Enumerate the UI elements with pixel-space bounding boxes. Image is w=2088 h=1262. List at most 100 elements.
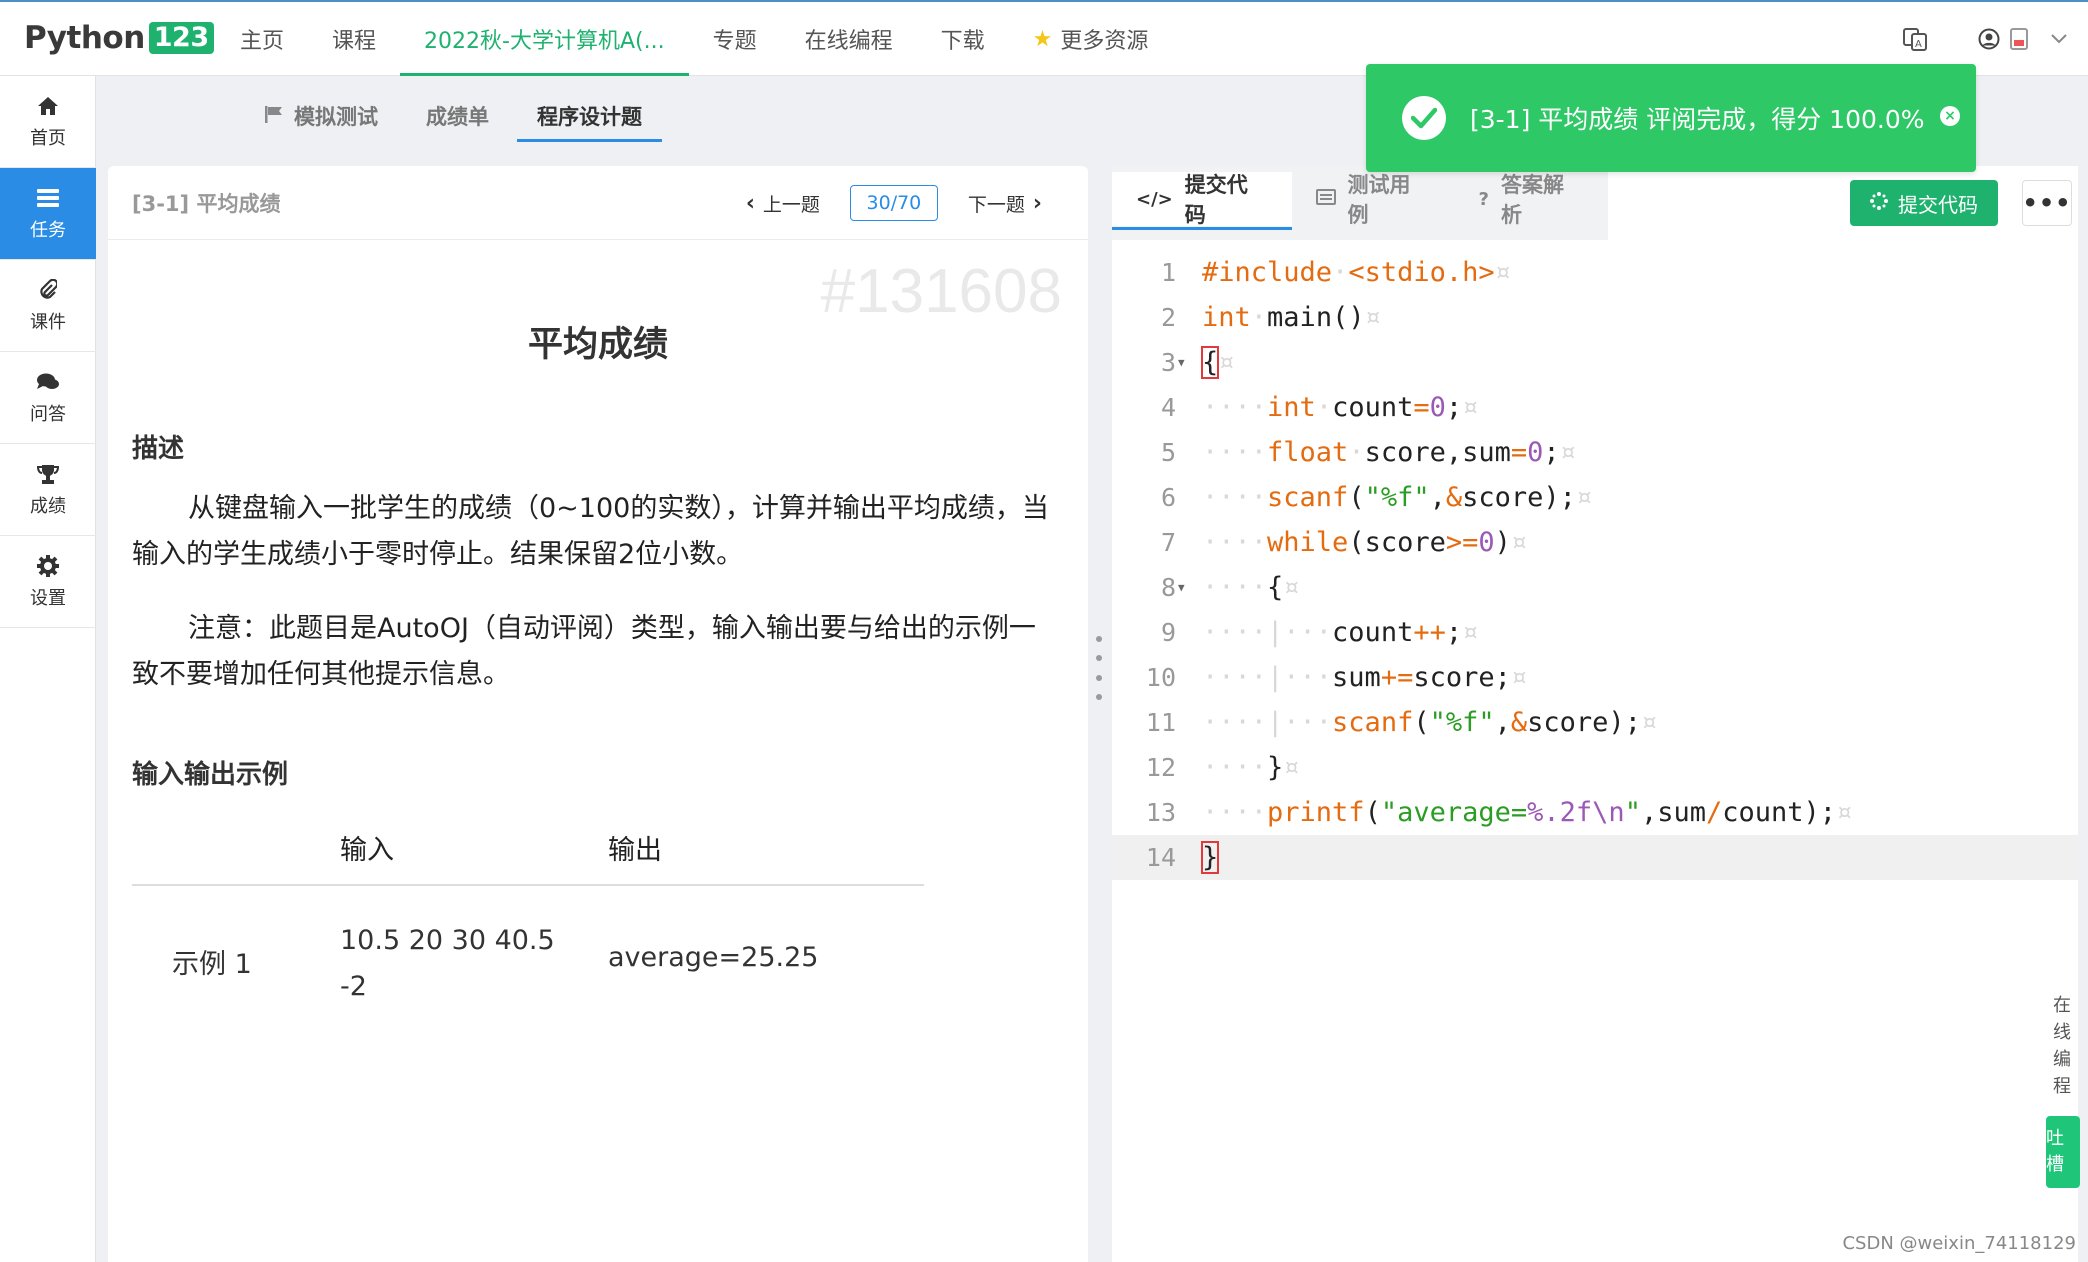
paperclip-icon — [39, 278, 57, 302]
nav-item-more-resources[interactable]: ★ 更多资源 — [1009, 2, 1173, 76]
code-line: 7 ····while(score>=0)¤ — [1112, 520, 2078, 565]
handle-dot — [1096, 636, 1102, 642]
tab-programming[interactable]: 程序设计题 — [513, 88, 666, 144]
nav-item-online-coding[interactable]: 在线编程 — [781, 2, 917, 76]
python123-logo[interactable]: Python 123 — [24, 18, 214, 58]
problem-title: 平均成绩 — [527, 325, 668, 365]
code-line: 2 int·main()¤ — [1112, 295, 2078, 340]
line-number: 10 — [1145, 663, 1176, 692]
code-text: ····int·count=0;¤ — [1202, 392, 1479, 423]
code-line-current: 14 } — [1112, 835, 2078, 880]
note-text: 注意：此题目是AutoOJ（自动评阅）类型，输入输出要与给出的示例一致不要增加任… — [132, 613, 1036, 690]
code-line: 5 ····float·score,sum=0;¤ — [1112, 430, 2078, 475]
flag-icon — [264, 105, 284, 128]
description-text: 从键盘输入一批学生的成绩（0~100的实数），计算并输出平均成绩，当输入的学生成… — [132, 493, 1049, 570]
problem-panel: [3-1] 平均成绩 ‹ 上一题 30/70 下一题 › #131608 平均成… — [108, 166, 1088, 1262]
user-avatar-icon[interactable] — [1974, 24, 2004, 54]
line-number: 8 — [1160, 573, 1176, 602]
spinner-icon — [1870, 191, 1888, 215]
submit-code-button[interactable]: 提交代码 — [1850, 180, 1998, 226]
io-header-output: 输出 — [608, 835, 662, 866]
sidebar-item-tasks[interactable]: 任务 — [0, 168, 96, 260]
home-icon — [37, 94, 59, 118]
close-icon[interactable]: × — [1940, 106, 1960, 126]
prev-label: 上一题 — [762, 193, 820, 216]
sidebar-item-grades[interactable]: 成绩 — [0, 444, 96, 536]
tab-label: 答案解析 — [1500, 173, 1564, 227]
tab-transcript[interactable]: 成绩单 — [402, 88, 513, 144]
nav-item-download[interactable]: 下载 — [917, 2, 1009, 76]
editor-tabs: </> 提交代码 测试用例 ? 答案解析 — [1112, 166, 1608, 240]
line-number: 14 — [1145, 843, 1176, 872]
tab-test-cases[interactable]: 测试用例 — [1292, 172, 1455, 227]
example-input: 10.5 20 30 40.5 -2 — [340, 925, 555, 1002]
check-circle-icon — [1402, 96, 1446, 140]
next-label: 下一题 — [967, 193, 1025, 216]
nav-item-home[interactable]: 主页 — [216, 2, 308, 76]
main-nav: 主页 课程 2022秋-大学计算机A(... 专题 在线编程 下载 ★ 更多资源 — [216, 2, 1172, 76]
code-text: ····float·score,sum=0;¤ — [1202, 437, 1576, 468]
tab-label: 模拟测试 — [294, 105, 378, 129]
next-problem-button[interactable]: 下一题 › — [968, 190, 1050, 217]
code-text: int·main()¤ — [1202, 302, 1381, 333]
io-example-heading: 输入输出示例 — [132, 760, 289, 790]
problem-header-title: [3-1] 平均成绩 — [132, 191, 281, 216]
online-coding-side-tab[interactable]: 在线编程 — [2048, 992, 2076, 1100]
problem-counter[interactable]: 30/70 — [849, 185, 938, 221]
line-number: 11 — [1145, 708, 1176, 737]
description-heading: 描述 — [132, 434, 185, 464]
nav-label: 课程 — [332, 29, 377, 54]
tab-answer-analysis[interactable]: ? 答案解析 — [1455, 172, 1609, 227]
feedback-side-tab[interactable]: 吐槽 — [2046, 1116, 2080, 1188]
code-text: {¤ — [1200, 346, 1235, 379]
fold-toggle-icon[interactable]: ▼ — [1178, 565, 1185, 610]
handle-dot — [1096, 655, 1102, 662]
code-editor[interactable]: 1 #include·<stdio.h>¤ 2 int·main()¤ 3 ▼ … — [1112, 250, 2078, 1262]
document-icon[interactable] — [2004, 24, 2034, 54]
tab-submit-code[interactable]: </> 提交代码 — [1112, 172, 1292, 230]
line-number: 12 — [1145, 753, 1176, 782]
line-number: 4 — [1160, 393, 1176, 422]
nav-label: 下载 — [940, 29, 985, 54]
prev-problem-button[interactable]: ‹ 上一题 — [738, 190, 820, 217]
line-number: 13 — [1145, 798, 1176, 827]
gear-icon — [37, 554, 59, 578]
more-options-button[interactable]: ••• — [2022, 180, 2072, 226]
csdn-watermark: CSDN @weixin_74118129 — [1842, 1233, 2076, 1254]
chevron-down-icon[interactable] — [2044, 24, 2074, 54]
nav-label: 专题 — [712, 29, 757, 54]
example-output: average=25.25 — [608, 942, 819, 973]
translate-icon[interactable]: A — [1900, 24, 1930, 54]
star-icon: ★ — [1032, 26, 1053, 52]
success-toast: [3-1] 平均成绩 评阅完成，得分 100.0% × — [1366, 64, 1976, 172]
nav-label: 更多资源 — [1060, 29, 1149, 54]
trophy-icon — [37, 462, 59, 486]
fold-toggle-icon[interactable]: ▼ — [1178, 340, 1185, 385]
handle-dot — [1096, 674, 1102, 681]
tab-mock-test[interactable]: 模拟测试 — [240, 88, 402, 144]
code-text: ····|···sum+=score;¤ — [1202, 662, 1528, 693]
sidebar-item-courseware[interactable]: 课件 — [0, 260, 96, 352]
code-line: 3 ▼ {¤ — [1112, 340, 2078, 385]
handle-dot — [1096, 693, 1102, 700]
io-example-table: 输入 输出 示例 1 10.5 20 30 40.5 -2 average=25… — [132, 814, 924, 1046]
sidebar-item-home[interactable]: 首页 — [0, 76, 96, 168]
line-number: 5 — [1160, 438, 1176, 467]
example-label: 示例 1 — [172, 949, 252, 980]
sidebar-label: 设置 — [30, 587, 66, 609]
code-text: ····|···scanf("%f",&score);¤ — [1202, 707, 1658, 738]
code-line: 8 ▼ ····{¤ — [1112, 565, 2078, 610]
nav-item-topics[interactable]: 专题 — [689, 2, 781, 76]
code-line: 10 ····|···sum+=score;¤ — [1112, 655, 2078, 700]
code-line: 11 ····|···scanf("%f",&score);¤ — [1112, 700, 2078, 745]
tab-label: 提交代码 — [1184, 173, 1248, 227]
nav-item-courses[interactable]: 课程 — [308, 2, 400, 76]
chevron-left-icon: ‹ — [745, 190, 755, 216]
tasks-icon — [36, 186, 60, 210]
sidebar-item-qa[interactable]: 问答 — [0, 352, 96, 444]
panel-resize-handle[interactable] — [1094, 636, 1104, 700]
sidebar-item-settings[interactable]: 设置 — [0, 536, 96, 628]
io-header-input: 输入 — [340, 835, 394, 866]
nav-item-current-course[interactable]: 2022秋-大学计算机A(... — [400, 2, 689, 76]
tab-label: 程序设计题 — [537, 105, 642, 129]
